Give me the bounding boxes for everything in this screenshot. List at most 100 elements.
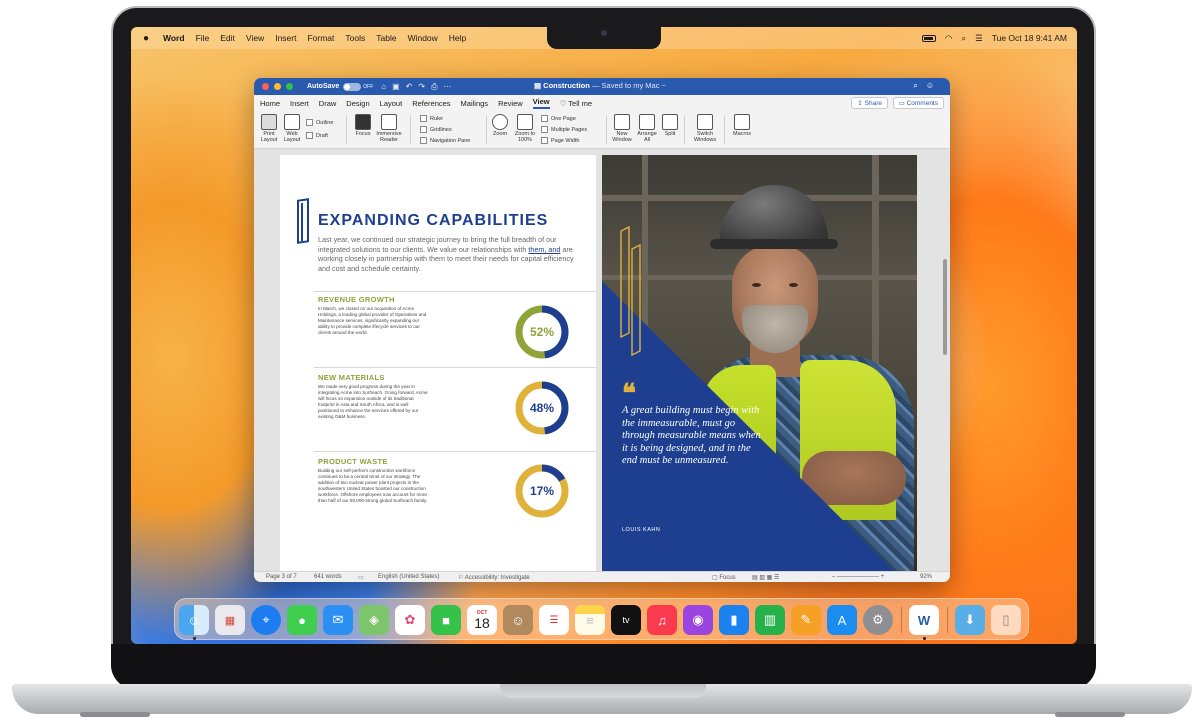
gridlines-checkbox[interactable]: Gridlines (420, 126, 452, 133)
menu-app-word[interactable]: Word (163, 33, 185, 43)
search-icon[interactable]: ⌕ (913, 81, 925, 90)
zoom-button[interactable]: Zoom (490, 111, 510, 137)
draft-button[interactable]: Draft (306, 132, 328, 139)
menu-bar-status: ◠ ⌕ ☰ Tue Oct 18 9:41 AM (921, 27, 1067, 49)
web-layout-button[interactable]: Web Layout (281, 111, 303, 143)
page-count[interactable]: Page 3 of 7 (266, 574, 297, 580)
navigation-pane-checkbox[interactable]: Navigation Pane (420, 137, 470, 144)
photos-icon[interactable]: ✿ (395, 605, 425, 635)
close-window-icon[interactable] (262, 83, 269, 90)
title-bar-right-icons: ⌕☺ (913, 81, 942, 91)
podcasts-icon[interactable]: ◉ (683, 605, 713, 635)
pages-icon[interactable]: ✎ (791, 605, 821, 635)
switch-windows-button[interactable]: Switch Windows (690, 111, 720, 143)
battery-icon[interactable] (921, 34, 936, 42)
tv-icon[interactable]: tv (611, 605, 641, 635)
tab-tell-me[interactable]: ♡ Tell me (560, 99, 592, 108)
menu-format[interactable]: Format (307, 33, 334, 43)
finder-icon[interactable]: ☺ (179, 605, 209, 635)
contacts-icon[interactable]: ☺ (503, 605, 533, 635)
messages-icon[interactable]: ● (287, 605, 317, 635)
zoom-slider[interactable]: – ——————— + (832, 574, 884, 580)
outline-button[interactable]: Outline (306, 119, 333, 126)
stage: ● Word File Edit View Insert Format Tool… (0, 0, 1203, 719)
word-icon[interactable]: W (909, 605, 939, 635)
word-count[interactable]: 641 words (314, 574, 342, 580)
calendar-icon[interactable]: OCT 18 (467, 605, 497, 635)
tab-home[interactable]: Home (260, 99, 280, 108)
one-page-icon (541, 115, 548, 122)
menu-help[interactable]: Help (449, 33, 466, 43)
vertical-scrollbar[interactable] (943, 259, 947, 355)
facetime-icon[interactable]: ■ (431, 605, 461, 635)
macros-button[interactable]: Macros (730, 111, 754, 137)
proofing-icon[interactable]: ▭ (358, 574, 364, 581)
spotlight-icon[interactable]: ⌕ (961, 33, 966, 44)
tab-design[interactable]: Design (346, 99, 369, 108)
mail-icon[interactable]: ✉ (323, 605, 353, 635)
section-divider (314, 367, 596, 368)
section-divider (314, 291, 596, 292)
menu-edit[interactable]: Edit (220, 33, 235, 43)
intro-paragraph: Last year, we continued our strategic jo… (318, 235, 574, 273)
apple-menu-icon[interactable]: ● (143, 33, 153, 44)
maps-icon[interactable]: ◈ (359, 605, 389, 635)
zoom-100-button[interactable]: Zoom to 100% (512, 111, 538, 143)
new-window-button[interactable]: New Window (610, 111, 634, 143)
safari-icon[interactable]: ⌖ (251, 605, 281, 635)
reminders-icon[interactable]: ☰ (539, 605, 569, 635)
document-canvas[interactable]: EXPANDING CAPABILITIES Last year, we con… (254, 149, 950, 571)
arrange-all-button[interactable]: Arrange All (636, 111, 658, 143)
menu-clock[interactable]: Tue Oct 18 9:41 AM (992, 33, 1067, 43)
system-preferences-icon[interactable]: ⚙ (863, 605, 893, 635)
print-layout-button[interactable]: Print Layout (258, 111, 280, 143)
worker-photo[interactable]: ❝ A great building must begin with the i… (602, 155, 917, 571)
numbers-icon[interactable]: ▥ (755, 605, 785, 635)
music-icon[interactable]: ♫ (647, 605, 677, 635)
menu-insert[interactable]: Insert (275, 33, 296, 43)
immersive-reader-button[interactable]: Immersive Reader (374, 111, 404, 143)
comments-button[interactable]: ▭ Comments (892, 97, 944, 109)
menu-file[interactable]: File (196, 33, 210, 43)
control-center-icon[interactable]: ☰ (975, 33, 983, 44)
launchpad-icon[interactable]: ▦ (215, 605, 245, 635)
view-buttons[interactable]: ▤ ▥ ▦ ☰ (752, 574, 779, 581)
ribbon-tabs: Home Insert Draw Design Layout Reference… (254, 95, 950, 111)
document-page[interactable]: EXPANDING CAPABILITIES Last year, we con… (280, 155, 596, 571)
quick-access-toolbar[interactable]: ⌂▣↶↷⎙⋯ (381, 82, 457, 92)
notes-icon[interactable]: ≡ (575, 605, 605, 635)
zoom-window-icon[interactable] (286, 83, 293, 90)
page-width-button[interactable]: Page Width (541, 137, 579, 144)
menu-window[interactable]: Window (408, 33, 438, 43)
wifi-icon[interactable]: ◠ (945, 33, 952, 44)
account-icon[interactable]: ☺ (926, 81, 942, 90)
tab-view[interactable]: View (532, 97, 550, 109)
accessibility-status[interactable]: ⚐ Accessibility: Investigate (458, 574, 530, 581)
language[interactable]: English (United States) (378, 574, 439, 580)
autosave-toggle[interactable] (343, 82, 362, 91)
one-page-button[interactable]: One Page (541, 115, 576, 122)
tab-references[interactable]: References (412, 99, 450, 108)
tab-insert[interactable]: Insert (290, 99, 309, 108)
focus-mode[interactable]: ▢ Focus (712, 574, 736, 581)
zoom-level[interactable]: 92% (920, 574, 932, 580)
laptop-foot-right (1055, 712, 1125, 717)
minimize-window-icon[interactable] (274, 83, 281, 90)
arrange-all-icon (639, 114, 655, 130)
keynote-icon[interactable]: ▮ (719, 605, 749, 635)
tab-mailings[interactable]: Mailings (461, 99, 489, 108)
trash-icon[interactable]: ▯ (991, 605, 1021, 635)
menu-tools[interactable]: Tools (345, 33, 365, 43)
tab-review[interactable]: Review (498, 99, 523, 108)
menu-table[interactable]: Table (376, 33, 396, 43)
ruler-checkbox[interactable]: Ruler (420, 115, 443, 122)
tab-layout[interactable]: Layout (380, 99, 403, 108)
downloads-folder-icon[interactable]: ⬇ (955, 605, 985, 635)
split-button[interactable]: Split (660, 111, 680, 137)
menu-view[interactable]: View (246, 33, 264, 43)
multiple-pages-button[interactable]: Multiple Pages (541, 126, 587, 133)
share-button[interactable]: ⇪ Share (851, 97, 888, 109)
tab-draw[interactable]: Draw (319, 99, 337, 108)
focus-button[interactable]: Focus (352, 111, 374, 137)
app-store-icon[interactable]: A (827, 605, 857, 635)
